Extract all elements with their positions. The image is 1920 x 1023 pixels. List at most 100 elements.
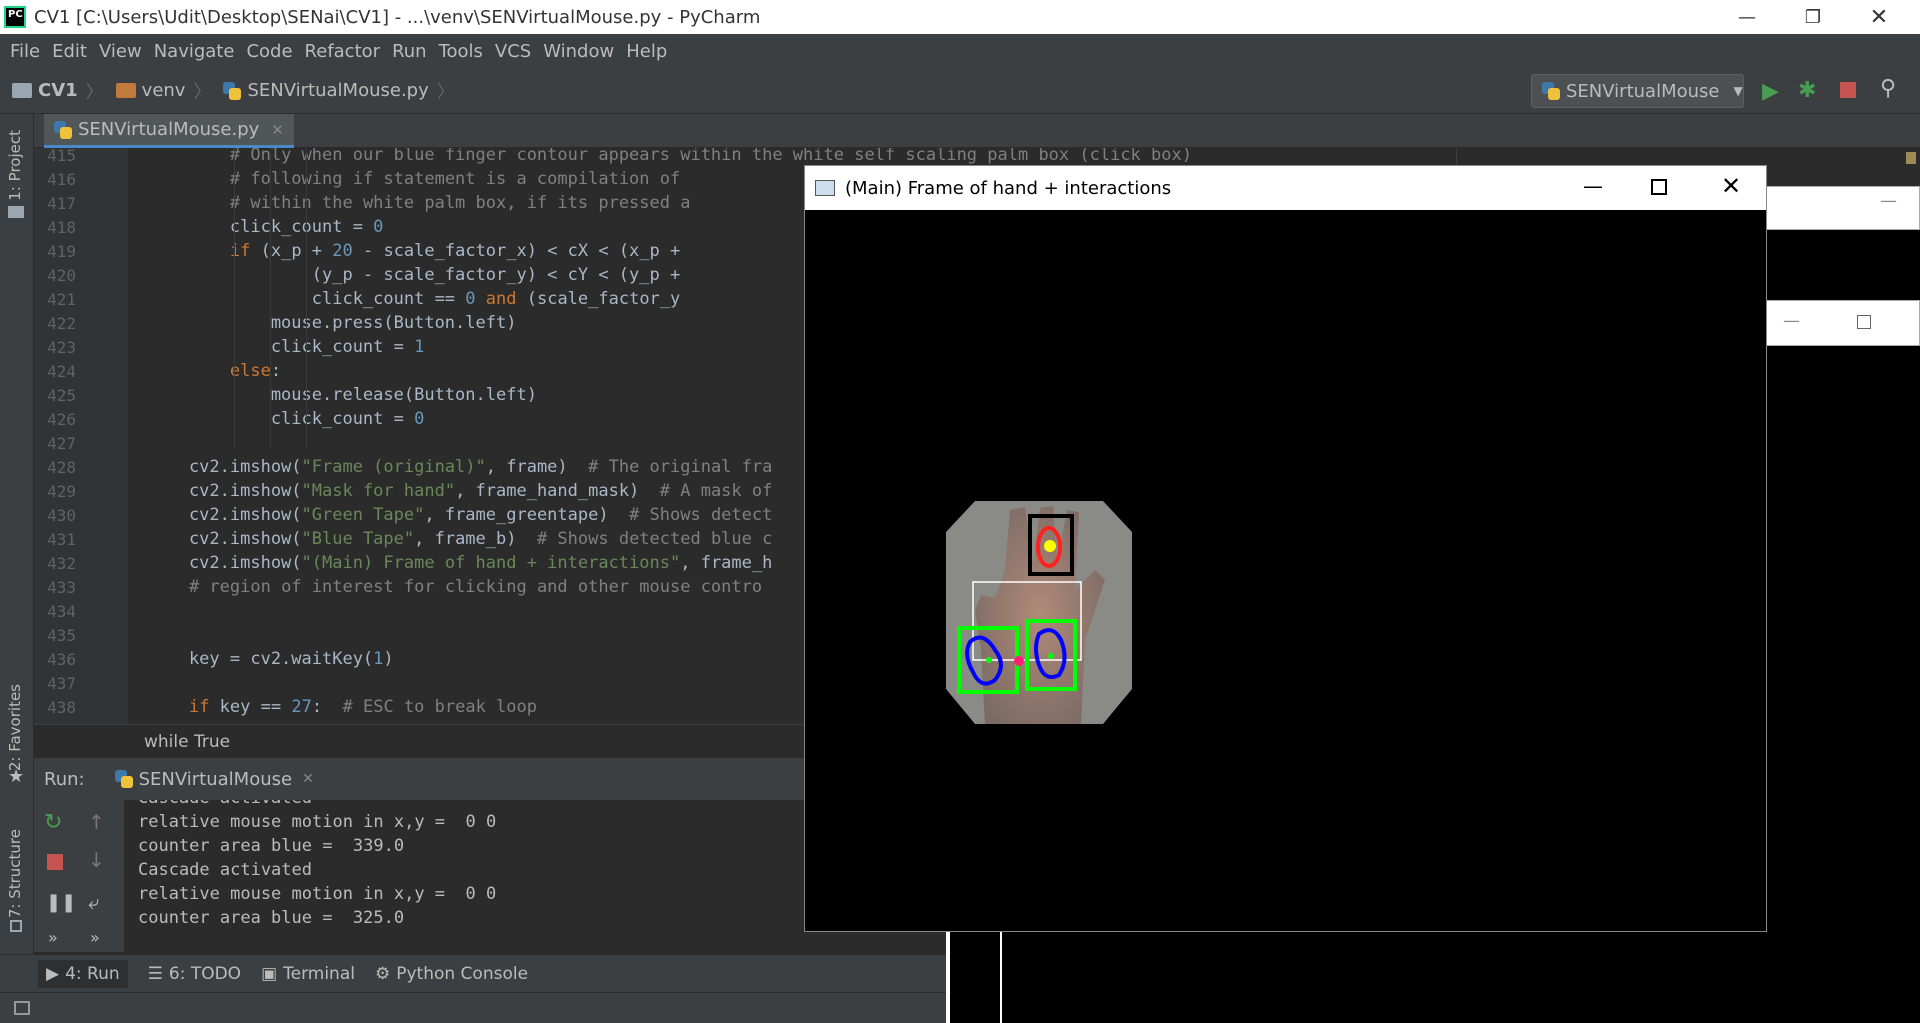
opencv-window-titlebar[interactable]: (Main) Frame of hand + interactions — ✕ bbox=[805, 166, 1766, 210]
editor-tab[interactable]: SENVirtualMouse.py ✕ bbox=[44, 114, 294, 148]
background-cv-window[interactable]: — bbox=[1766, 186, 1920, 230]
python-file-icon bbox=[1542, 82, 1560, 100]
menu-refactor[interactable]: Refactor bbox=[305, 41, 381, 62]
code-line: mouse.release(Button.left) bbox=[148, 385, 537, 405]
todo-tool-tab[interactable]: ☰ 6: TODO bbox=[148, 964, 241, 984]
breadcrumb-file[interactable]: SENVirtualMouse.py 〉 bbox=[223, 78, 455, 104]
line-number: 438 bbox=[47, 698, 76, 717]
close-button[interactable]: ✕ bbox=[1846, 0, 1912, 34]
editor-tab-label: SENVirtualMouse.py bbox=[78, 119, 260, 140]
code-line: cv2.imshow("Mask for hand", frame_hand_m… bbox=[148, 481, 773, 501]
line-number: 422 bbox=[47, 314, 76, 333]
console-line: counter area blue = 325.0 bbox=[138, 908, 405, 928]
line-number: 423 bbox=[47, 338, 76, 357]
arrow-down-icon[interactable]: ↓ bbox=[88, 848, 105, 872]
opencv-frame-canvas bbox=[805, 210, 1766, 931]
run-tab-label[interactable]: SENVirtualMouse bbox=[139, 769, 292, 790]
line-number: 421 bbox=[47, 290, 76, 309]
rerun-icon[interactable]: ↻ bbox=[44, 810, 62, 835]
python-console-tool-tab[interactable]: ⚙ Python Console bbox=[375, 964, 528, 984]
maximize-icon[interactable] bbox=[1651, 179, 1667, 195]
line-number: 430 bbox=[47, 506, 76, 525]
close-icon[interactable]: ✕ bbox=[1721, 172, 1741, 200]
code-line: # region of interest for clicking and ot… bbox=[188, 577, 763, 597]
code-line: cv2.imshow("Blue Tape", frame_b) # Shows… bbox=[148, 529, 773, 549]
terminal-tool-tab[interactable]: ▣ Terminal bbox=[261, 964, 355, 984]
breadcrumb-label: SENVirtualMouse.py bbox=[247, 80, 429, 101]
console-line: counter area blue = 339.0 bbox=[138, 836, 405, 856]
minimize-icon[interactable]: — bbox=[1783, 311, 1800, 331]
midpoint-marker bbox=[1014, 656, 1024, 666]
breadcrumb-label: venv bbox=[141, 80, 186, 101]
line-number: 415 bbox=[47, 146, 76, 165]
console-line: relative mouse motion in x,y = 0 0 bbox=[138, 884, 497, 904]
debug-icon[interactable]: ✱ bbox=[1798, 78, 1816, 103]
background-cv-canvas bbox=[1766, 346, 1920, 932]
indent-guide bbox=[234, 148, 235, 448]
code-line: # following if statement is a compilatio… bbox=[229, 169, 681, 189]
hand-frame-image bbox=[946, 501, 1132, 724]
code-breadcrumb[interactable]: while True bbox=[144, 732, 230, 752]
run-tool-tab[interactable]: ▶ 4: Run bbox=[38, 959, 128, 988]
soft-wrap-icon[interactable]: ⤶ bbox=[88, 890, 99, 914]
maximize-icon[interactable] bbox=[1857, 315, 1871, 329]
menu-help[interactable]: Help bbox=[626, 41, 667, 62]
code-line: else: bbox=[229, 361, 282, 381]
menu-run[interactable]: Run bbox=[392, 41, 427, 62]
breadcrumb-label: CV1 bbox=[38, 80, 78, 101]
breadcrumb-project[interactable]: CV1 〉 bbox=[12, 78, 104, 104]
tool-tab-label: Terminal bbox=[283, 963, 355, 984]
close-tab-icon[interactable]: ✕ bbox=[302, 771, 314, 787]
python-console-icon: ⚙ bbox=[374, 963, 391, 984]
code-line: if (x_p + 20 - scale_factor_x) < cX < (x… bbox=[229, 241, 681, 261]
code-line: key = cv2.waitKey(1) bbox=[148, 649, 394, 669]
line-number: 431 bbox=[47, 530, 76, 549]
menu-window[interactable]: Window bbox=[543, 41, 614, 62]
menu-tools[interactable]: Tools bbox=[439, 41, 483, 62]
menu-code[interactable]: Code bbox=[246, 41, 292, 62]
more-icon[interactable]: » bbox=[48, 928, 58, 947]
stop-icon[interactable] bbox=[1840, 82, 1856, 98]
window-edge bbox=[946, 932, 950, 1023]
pause-icon[interactable]: ❚❚ bbox=[46, 892, 76, 913]
terminal-icon: ▣ bbox=[261, 963, 278, 984]
chevron-down-icon: ▼ bbox=[1733, 84, 1743, 98]
line-number: 416 bbox=[47, 170, 76, 189]
editor-tab-bar bbox=[34, 114, 1920, 148]
line-number: 433 bbox=[47, 578, 76, 597]
line-number: 429 bbox=[47, 482, 76, 501]
run-icon[interactable]: ▶ bbox=[1762, 79, 1779, 104]
menu-vcs[interactable]: VCS bbox=[495, 41, 531, 62]
indent-guide bbox=[270, 148, 271, 448]
line-number: 436 bbox=[47, 650, 76, 669]
breadcrumb-venv[interactable]: venv 〉 bbox=[115, 78, 211, 104]
run-config-label: SENVirtualMouse bbox=[1566, 80, 1720, 102]
menu-view[interactable]: View bbox=[99, 41, 142, 62]
line-number: 419 bbox=[47, 242, 76, 261]
code-line: # within the white palm box, if its pres… bbox=[229, 193, 691, 213]
minimize-icon[interactable]: — bbox=[1583, 174, 1603, 198]
run-configuration-dropdown[interactable]: SENVirtualMouse ▼ bbox=[1531, 74, 1744, 108]
opencv-main-window[interactable]: (Main) Frame of hand + interactions — ✕ bbox=[804, 165, 1767, 932]
layout-toggle-icon[interactable] bbox=[14, 1001, 30, 1015]
restore-button[interactable]: ❐ bbox=[1780, 0, 1846, 34]
opencv-window-title: (Main) Frame of hand + interactions bbox=[845, 177, 1172, 199]
more-icon[interactable]: » bbox=[90, 928, 100, 947]
close-tab-icon[interactable]: ✕ bbox=[271, 121, 284, 139]
structure-tool-tab[interactable]: 7: Structure bbox=[6, 829, 24, 918]
minimize-icon[interactable]: — bbox=[1880, 191, 1897, 211]
stop-icon[interactable] bbox=[47, 854, 63, 870]
console-line: relative mouse motion in x,y = 0 0 bbox=[138, 812, 497, 832]
code-line: if key == 27: # ESC to break loop bbox=[188, 697, 537, 717]
structure-icon bbox=[10, 920, 22, 932]
search-icon[interactable]: ⚲ bbox=[1880, 76, 1896, 101]
menu-file[interactable]: File bbox=[10, 41, 40, 62]
tool-tab-label: 6: TODO bbox=[168, 963, 242, 984]
menu-edit[interactable]: Edit bbox=[52, 41, 87, 62]
code-line: click_count = 0 bbox=[148, 409, 425, 429]
minimize-button[interactable]: — bbox=[1714, 0, 1780, 34]
background-cv-window[interactable]: — bbox=[1766, 300, 1920, 346]
folder-icon bbox=[12, 83, 32, 98]
menu-navigate[interactable]: Navigate bbox=[154, 41, 235, 62]
arrow-up-icon[interactable]: ↑ bbox=[88, 810, 105, 834]
